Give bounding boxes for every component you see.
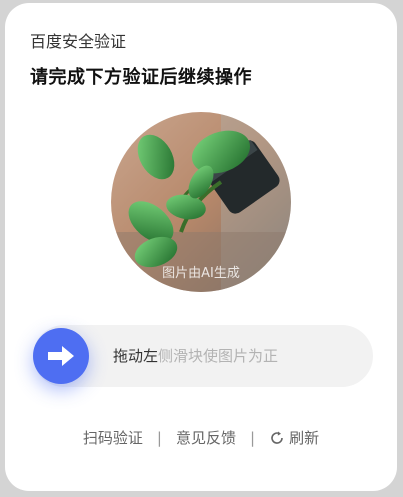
brand-title: 百度安全验证 bbox=[30, 32, 127, 51]
slider-handle[interactable] bbox=[33, 328, 89, 384]
slider-hint: 拖动左侧滑块使图片为正 bbox=[113, 325, 278, 387]
page-title: 请完成下方验证后继续操作 bbox=[30, 67, 252, 88]
captcha-image: 图片由AI生成 bbox=[111, 112, 291, 292]
feedback-link[interactable]: 意见反馈 bbox=[176, 427, 236, 448]
scan-verify-link[interactable]: 扫码验证 bbox=[83, 427, 143, 448]
footer-separator: | bbox=[250, 428, 256, 447]
refresh-label: 刷新 bbox=[289, 429, 320, 447]
refresh-icon bbox=[271, 431, 283, 444]
footer-links: 扫码验证 | 意见反馈 | 刷新 bbox=[5, 427, 397, 448]
ai-generated-note: 图片由AI生成 bbox=[162, 266, 240, 281]
footer-separator: | bbox=[156, 428, 162, 447]
slider-hint-dark: 拖动左 bbox=[113, 347, 159, 365]
slider-hint-light: 侧滑块使图片为正 bbox=[158, 347, 279, 365]
refresh-link[interactable]: 刷新 bbox=[269, 427, 319, 448]
verification-card: 百度安全验证 请完成下方验证后继续操作 图片由AI生成 拖动左侧滑块使图片为正 … bbox=[5, 3, 397, 491]
rotate-slider-track[interactable]: 拖动左侧滑块使图片为正 bbox=[33, 325, 373, 387]
arrow-right-icon bbox=[48, 346, 74, 366]
